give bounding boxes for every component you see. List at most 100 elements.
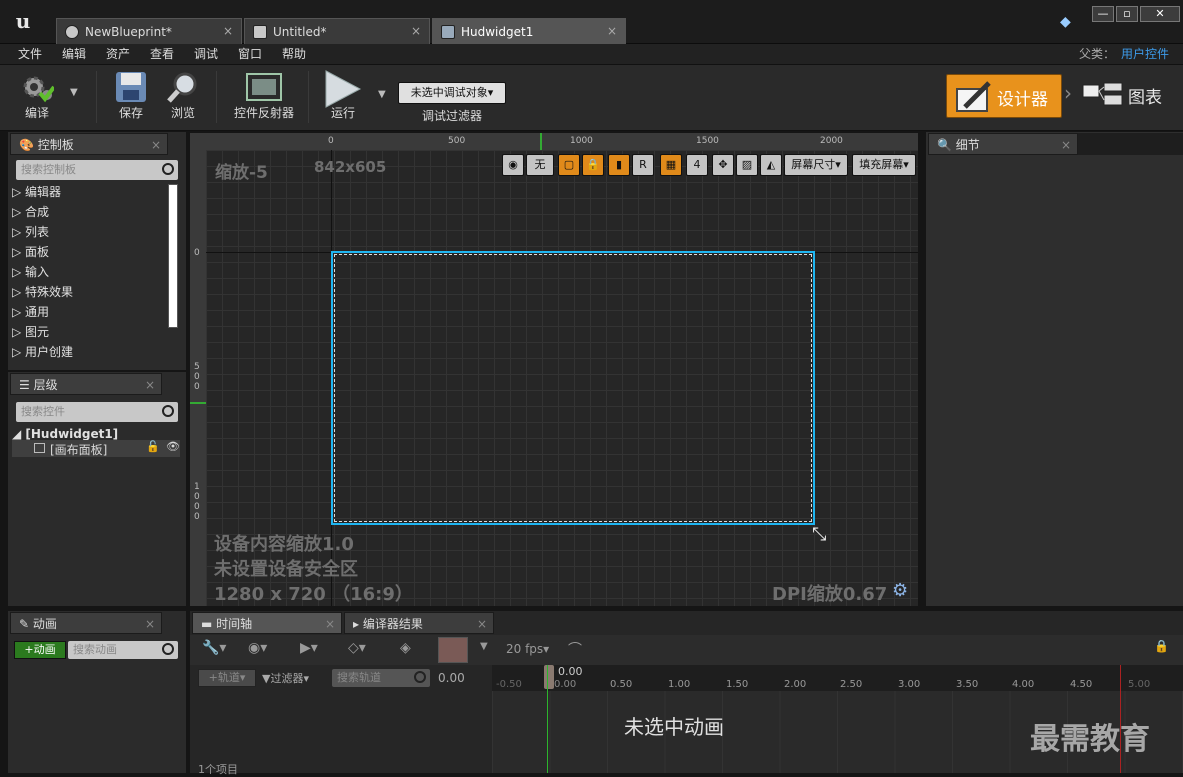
minimize-button[interactable]: —	[1092, 6, 1114, 22]
palette-category[interactable]: ▷ 图元	[12, 322, 162, 342]
details-tab[interactable]: 🔍 细节 ×	[928, 133, 1078, 155]
widget-reflector-button[interactable]: 控件反射器	[232, 67, 296, 127]
palette-category[interactable]: ▷ 用户创建	[12, 342, 162, 362]
palette-category[interactable]: ▷ 编辑器	[12, 182, 162, 202]
title-bar: u NewBlueprint* × Untitled* × Hudwidget1…	[0, 0, 1183, 44]
timeline-tab[interactable]: ▬ 时间轴 ×	[192, 612, 342, 634]
close-tab-icon[interactable]: ×	[411, 24, 421, 38]
track-search-input[interactable]: 搜索轨道	[332, 669, 430, 687]
ruler-tick: 5	[194, 362, 200, 372]
source-control-icon[interactable]: ◆	[1060, 14, 1076, 30]
palette-search-input[interactable]: 搜索控制板	[16, 160, 178, 180]
close-panel-icon[interactable]: ×	[325, 613, 335, 635]
unlock-icon[interactable]: 🔓	[146, 440, 160, 453]
current-time-value[interactable]: 0.00	[438, 671, 465, 685]
compile-options-chevron-icon[interactable]: ▼	[70, 87, 78, 98]
menu-view[interactable]: 查看	[150, 44, 174, 65]
tab-label: NewBlueprint*	[85, 24, 172, 39]
hierarchy-tab[interactable]: ☰ 层级 ×	[10, 373, 162, 395]
hierarchy-search-input[interactable]: 搜索控件	[16, 402, 178, 422]
image-preview-icon[interactable]: ▨	[736, 154, 758, 176]
menu-help[interactable]: 帮助	[282, 44, 306, 65]
menu-asset[interactable]: 资产	[106, 44, 130, 65]
animations-tab[interactable]: ✎ 动画 ×	[10, 612, 162, 634]
compiler-results-tab[interactable]: ▸ 编译器结果 ×	[344, 612, 494, 634]
add-track-button[interactable]: +轨道▾	[198, 669, 256, 687]
graph-mode-button[interactable]: 图表	[1082, 77, 1172, 117]
palette-category[interactable]: ▷ 列表	[12, 222, 162, 242]
respect-locks-icon[interactable]: ▮	[608, 154, 630, 176]
hierarchy-child-item[interactable]: [画布面板] 🔓 👁	[12, 440, 180, 457]
record-options-chevron-icon[interactable]: ▼	[480, 641, 488, 652]
record-avatar-icon[interactable]	[438, 637, 468, 663]
save-button[interactable]: 保存	[106, 67, 156, 127]
palette-tab[interactable]: 🎨 控制板 ×	[10, 133, 168, 155]
grid-snap-size-button[interactable]: 4	[686, 154, 708, 176]
dpi-settings-gear-icon[interactable]: ⚙	[892, 580, 908, 601]
palette-category[interactable]: ▷ 输入	[12, 262, 162, 282]
timeline-tick: 4.00	[1012, 679, 1035, 690]
close-tab-icon[interactable]: ×	[607, 24, 617, 38]
debug-object-dropdown[interactable]: 未选中调试对象▾	[398, 82, 506, 104]
timeline-ruler[interactable]: -0.50 0.00 0.50 1.00 1.50 2.00 2.50 3.00…	[492, 665, 1183, 691]
palette-category[interactable]: ▷ 合成	[12, 202, 162, 222]
eye-visibility-icon[interactable]: ◉▾	[248, 640, 267, 656]
lock-icon[interactable]: 🔒	[582, 154, 604, 176]
close-panel-icon[interactable]: ×	[145, 374, 155, 396]
close-window-button[interactable]: ✕	[1140, 6, 1180, 22]
designer-canvas[interactable]: ⤡ 缩放-5 842x605 设备内容缩放1.0 未设置设备安全区 1280 x…	[206, 150, 918, 606]
toolbar: 编译 ▼ 保存 浏览 控件反射器 运行 ▼ 未选中调试对象▾ 调试过滤器 设计器…	[0, 65, 1183, 131]
details-magnifier-icon: 🔍	[937, 138, 952, 152]
move-tool-icon[interactable]: ✥	[712, 154, 734, 176]
animation-search-input[interactable]: 搜索动画	[68, 641, 178, 659]
browse-button[interactable]: 浏览	[158, 67, 208, 127]
close-panel-icon[interactable]: ×	[145, 613, 155, 635]
hierarchy-title: 层级	[33, 378, 58, 392]
ruler-tick: 0	[194, 512, 200, 522]
tab-hudwidget1[interactable]: Hudwidget1 ×	[432, 18, 626, 44]
timeline-lock-icon[interactable]: 🔒	[1154, 639, 1169, 653]
play-options-icon[interactable]: ▶▾	[300, 640, 318, 656]
palette-category[interactable]: ▷ 通用	[12, 302, 162, 322]
close-tab-icon[interactable]: ×	[223, 24, 233, 38]
close-panel-icon[interactable]: ×	[151, 134, 161, 156]
close-panel-icon[interactable]: ×	[477, 613, 487, 635]
tab-newblueprint[interactable]: NewBlueprint* ×	[56, 18, 242, 44]
visibility-eye-icon[interactable]: 👁	[166, 440, 180, 453]
maximize-button[interactable]: ▫	[1116, 6, 1138, 22]
transform-none-button[interactable]: 无	[526, 154, 554, 176]
palette-category[interactable]: ▷ 面板	[12, 242, 162, 262]
fill-screen-dropdown[interactable]: 填充屏幕▾	[852, 154, 916, 176]
fps-dropdown[interactable]: 20 fps▾	[506, 642, 549, 656]
palette-list: ▷ 编辑器 ▷ 合成 ▷ 列表 ▷ 面板 ▷ 输入 ▷ 特殊效果 ▷ 通用 ▷ …	[12, 182, 162, 362]
menu-window[interactable]: 窗口	[238, 44, 262, 65]
screen-size-dropdown[interactable]: 屏幕尺寸▾	[784, 154, 848, 176]
run-options-chevron-icon[interactable]: ▼	[378, 89, 386, 100]
outline-toggle-icon[interactable]: ▢	[558, 154, 580, 176]
designer-mode-button[interactable]: 设计器	[946, 74, 1062, 118]
resize-handle-icon[interactable]: ⤡	[812, 524, 826, 545]
curve-editor-icon[interactable]: ⌒	[568, 639, 582, 659]
parent-class-link[interactable]: 用户控件	[1121, 44, 1169, 65]
localize-preview-button[interactable]: R	[632, 154, 654, 176]
wrench-icon[interactable]: 🔧▾	[202, 640, 226, 656]
palette-category[interactable]: ▷ 特殊效果	[12, 282, 162, 302]
grid-snap-icon[interactable]: ▦	[660, 154, 682, 176]
playhead-handle[interactable]	[544, 665, 554, 689]
run-button[interactable]: 运行	[318, 67, 368, 127]
world-space-icon[interactable]: ◉	[502, 154, 524, 176]
menu-file[interactable]: 文件	[18, 44, 42, 65]
widget-bounds-selection[interactable]	[331, 251, 815, 525]
tab-untitled[interactable]: Untitled* ×	[244, 18, 430, 44]
mirror-icon[interactable]: ◭	[760, 154, 782, 176]
timeline-tick: 3.50	[956, 679, 979, 690]
close-panel-icon[interactable]: ×	[1061, 134, 1071, 156]
compile-button[interactable]: 编译	[12, 67, 62, 127]
menu-debug[interactable]: 调试	[194, 44, 218, 65]
keyframe-icon[interactable]: ◇▾	[348, 640, 366, 656]
add-animation-button[interactable]: +动画	[14, 641, 66, 659]
snap-icon[interactable]: ◈	[400, 640, 411, 656]
menu-edit[interactable]: 编辑	[62, 44, 86, 65]
track-filter-button[interactable]: ▼过滤器▾	[262, 670, 309, 686]
palette-scrollbar[interactable]	[168, 184, 178, 328]
